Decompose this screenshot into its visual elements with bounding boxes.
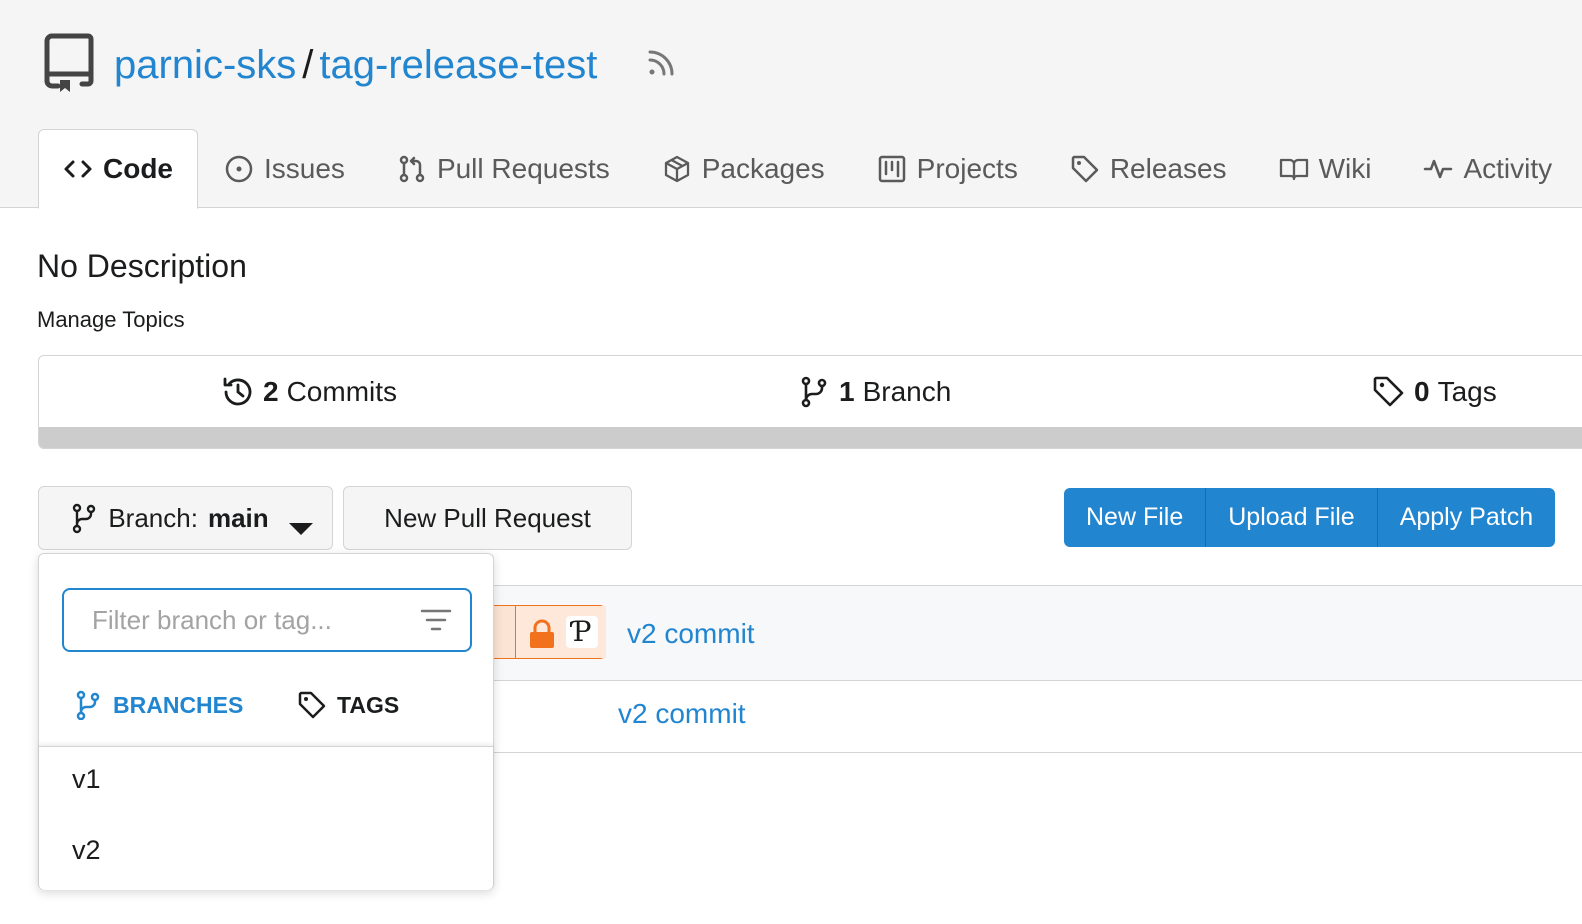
- tab-activity-label: Activity: [1463, 152, 1553, 184]
- repo-title-separator: /: [302, 42, 314, 87]
- repo-description: No Description: [37, 248, 247, 284]
- pull-request-icon: [397, 154, 427, 184]
- branch-filter-input[interactable]: [64, 590, 404, 650]
- stat-branches[interactable]: 1 Branch: [797, 356, 951, 428]
- code-icon: [63, 154, 93, 184]
- tab-projects-label: Projects: [916, 152, 1018, 184]
- filter-icon: [420, 608, 452, 632]
- branch-list: v1 v2: [39, 746, 493, 890]
- repo-name-link[interactable]: tag-release-test: [319, 43, 597, 88]
- repo-title: parnic-sks / tag-release-test: [114, 38, 597, 92]
- tab-code-label: Code: [103, 153, 173, 184]
- manage-topics-link[interactable]: Manage Topics: [37, 307, 185, 333]
- branch-icon: [797, 375, 831, 409]
- tag-icon: [297, 690, 327, 720]
- tab-pull-requests-label: Pull Requests: [436, 152, 610, 184]
- branch-icon: [70, 502, 98, 534]
- tags-count: 0: [1414, 376, 1430, 407]
- dropdown-tabs: BRANCHES TAGS: [39, 682, 493, 728]
- issue-icon: [224, 154, 254, 184]
- tab-issues[interactable]: Issues: [198, 129, 371, 208]
- apply-patch-button[interactable]: Apply Patch: [1376, 488, 1555, 547]
- branches-label: Branch: [862, 376, 952, 407]
- repo-icon: [44, 32, 94, 94]
- branch-dropdown-menu: BRANCHES TAGS v1 v2: [38, 553, 494, 890]
- repo-tabs: Code Issues Pull Requests Packages Proje…: [38, 129, 1578, 209]
- new-pull-request-button[interactable]: New Pull Request: [343, 486, 632, 550]
- tab-releases-label: Releases: [1109, 152, 1227, 184]
- dropdown-tab-branches-label: BRANCHES: [113, 691, 244, 718]
- tab-activity[interactable]: Activity: [1397, 129, 1578, 208]
- repo-owner-link[interactable]: parnic-sks: [114, 43, 296, 88]
- caret-down-icon: [287, 513, 313, 535]
- branch-selector-prefix: Branch:: [108, 502, 198, 533]
- book-icon: [1279, 154, 1309, 184]
- tab-projects[interactable]: Projects: [851, 129, 1044, 208]
- new-file-button[interactable]: New File: [1064, 488, 1205, 547]
- branch-item-v2[interactable]: v2: [72, 835, 101, 866]
- file-commit-message[interactable]: v2 commit: [618, 698, 746, 730]
- pulse-icon: [1423, 154, 1453, 184]
- tab-releases[interactable]: Releases: [1044, 129, 1253, 208]
- branch-selector-value: main: [207, 502, 269, 533]
- tag-icon: [1070, 154, 1100, 184]
- language-stats-bar: [39, 427, 1582, 448]
- package-icon: [662, 154, 692, 184]
- tab-packages-label: Packages: [701, 152, 825, 184]
- tab-packages[interactable]: Packages: [636, 129, 851, 208]
- tab-issues-label: Issues: [264, 152, 345, 184]
- stat-tags[interactable]: 0 Tags: [1372, 356, 1497, 428]
- commits-count: 2: [263, 376, 279, 407]
- commits-label: Commits: [286, 376, 398, 407]
- tab-wiki[interactable]: Wiki: [1253, 129, 1398, 208]
- tab-code[interactable]: Code: [38, 129, 198, 209]
- tab-pull-requests[interactable]: Pull Requests: [371, 129, 636, 208]
- tags-label: Tags: [1437, 376, 1497, 407]
- latest-commit-message[interactable]: v2 commit: [627, 618, 755, 650]
- stat-commits[interactable]: 2 Commits: [221, 356, 397, 428]
- upload-file-button[interactable]: Upload File: [1205, 488, 1376, 547]
- dropdown-tab-branches[interactable]: BRANCHES: [73, 682, 243, 728]
- history-icon: [221, 375, 255, 409]
- branch-item-v1[interactable]: v1: [72, 764, 101, 795]
- rss-feed-icon[interactable]: [646, 48, 676, 78]
- lock-icon: [528, 619, 556, 649]
- branches-count: 1: [839, 376, 855, 407]
- dropdown-tab-tags-label: TAGS: [337, 691, 400, 718]
- dropdown-tab-tags[interactable]: TAGS: [297, 682, 399, 728]
- signer-avatar-icon: Ƥ: [566, 616, 598, 648]
- file-actions-group: New File Upload File Apply Patch: [1064, 488, 1556, 547]
- repo-stats: 2 Commits 1 Branch 0 Tags: [38, 355, 1582, 449]
- branch-filter-box: [62, 588, 472, 652]
- project-icon: [877, 154, 907, 184]
- tag-icon: [1372, 375, 1406, 409]
- signature-status: Ƥ: [515, 606, 606, 658]
- branch-selector-button[interactable]: Branch: main: [38, 486, 333, 550]
- tab-wiki-label: Wiki: [1318, 152, 1372, 184]
- repo-header: parnic-sks / tag-release-test Code Issue…: [0, 0, 1582, 209]
- branch-icon: [73, 690, 103, 720]
